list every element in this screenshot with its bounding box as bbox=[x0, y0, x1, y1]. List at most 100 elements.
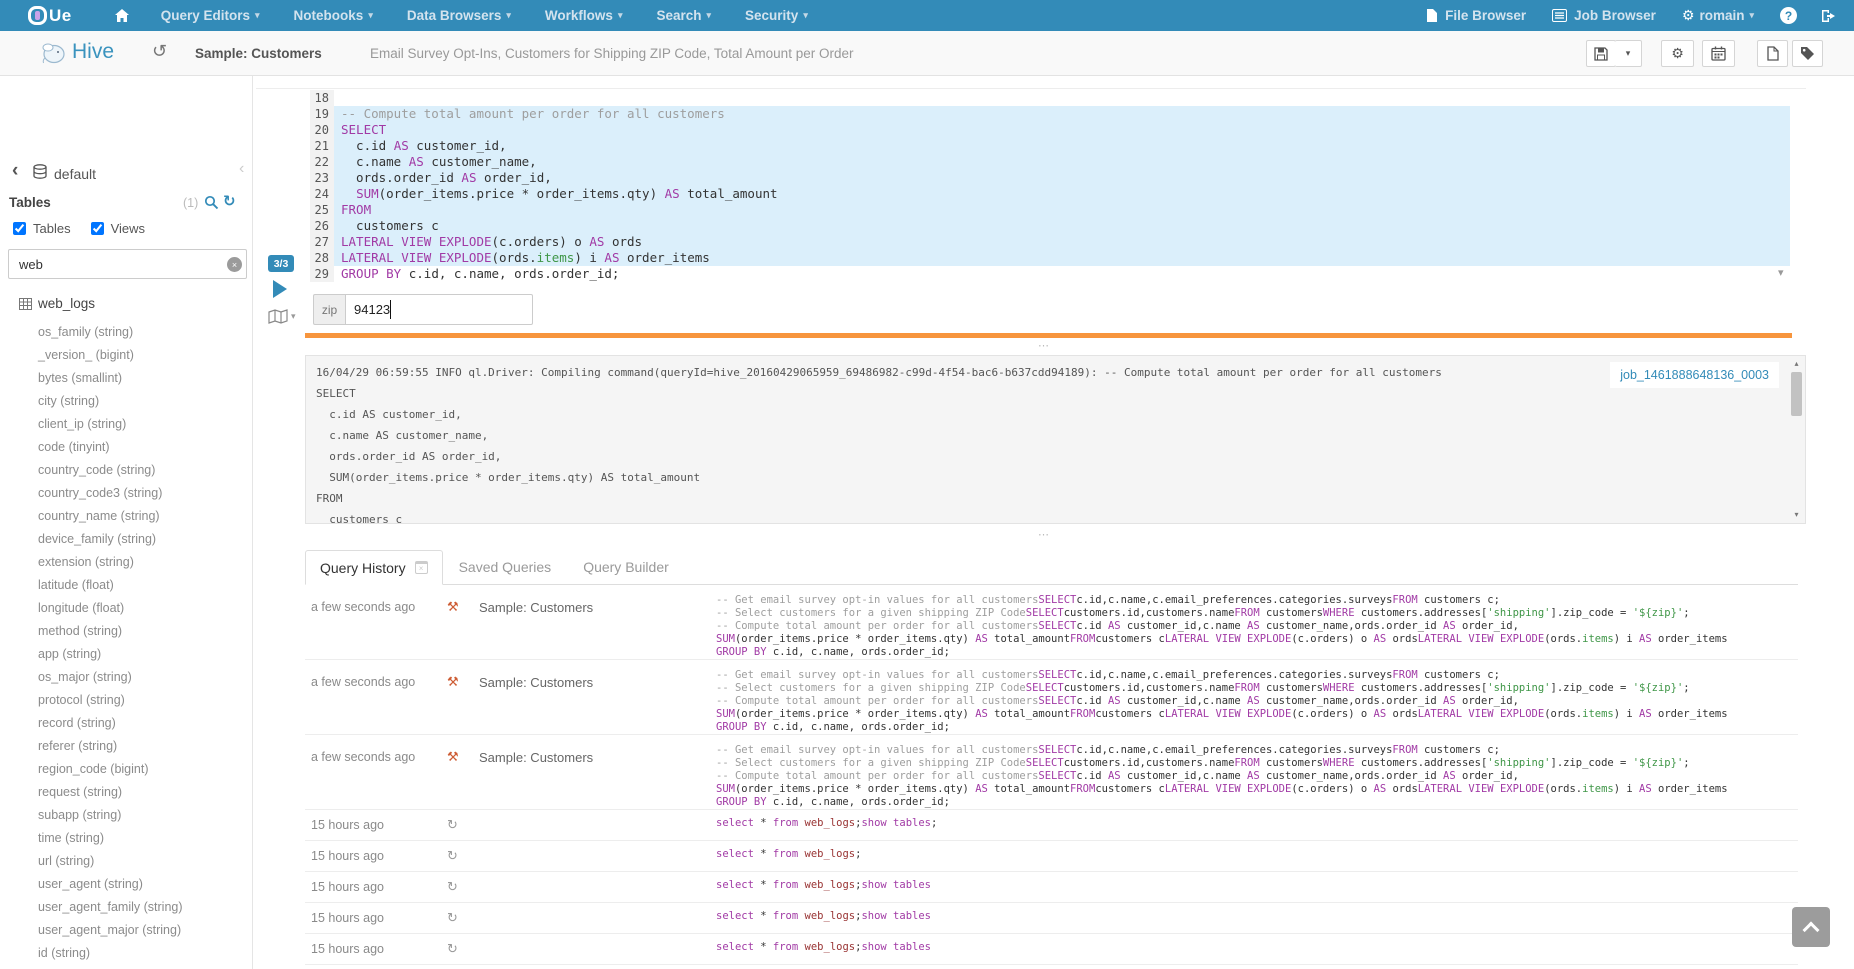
job-link[interactable]: job_1461888648136_0003 bbox=[1620, 368, 1769, 382]
nav-menu-notebooks[interactable]: Notebooks▾ bbox=[294, 8, 373, 23]
column-item[interactable]: latitude (float) bbox=[0, 574, 253, 597]
editor-line-code[interactable]: -- Compute total amount per order for al… bbox=[334, 106, 1790, 122]
editor-line-code[interactable] bbox=[334, 90, 1790, 106]
history-row[interactable]: a few seconds ago⚒Sample: Customers-- Ge… bbox=[305, 660, 1798, 735]
table-search-input[interactable] bbox=[8, 249, 247, 279]
refresh-icon[interactable]: ↻ bbox=[223, 192, 236, 210]
history-row[interactable]: 15 hours ago↻select * from web_logs;show… bbox=[305, 934, 1798, 965]
column-item[interactable]: method (string) bbox=[0, 620, 253, 643]
column-item[interactable]: os_family (string) bbox=[0, 321, 253, 344]
column-item[interactable]: device_family (string) bbox=[0, 528, 253, 551]
recent-queries-icon[interactable]: ↺ bbox=[152, 41, 167, 62]
editor-line-code[interactable]: FROM bbox=[334, 202, 1790, 218]
tab-query-history[interactable]: Query History × bbox=[305, 550, 443, 585]
nav-menu-data-browsers[interactable]: Data Browsers▾ bbox=[407, 8, 511, 23]
document-description[interactable]: Email Survey Opt-Ins, Customers for Ship… bbox=[370, 46, 853, 61]
column-item[interactable]: region_code (bigint) bbox=[0, 758, 253, 781]
variable-zip-input[interactable] bbox=[345, 294, 533, 325]
column-item[interactable]: country_code (string) bbox=[0, 459, 253, 482]
back-arrow-icon[interactable]: ‹ bbox=[12, 160, 18, 182]
column-item[interactable]: country_code3 (string) bbox=[0, 482, 253, 505]
nav-menu-workflows[interactable]: Workflows▾ bbox=[545, 8, 623, 23]
editor-line[interactable]: 27LATERAL VIEW EXPLODE(c.orders) o AS or… bbox=[310, 234, 1790, 250]
history-row[interactable]: 15 hours ago↻select * from web_logs; bbox=[305, 841, 1798, 872]
logout-icon[interactable] bbox=[1821, 9, 1836, 23]
editor-scroll-down-icon[interactable]: ▾ bbox=[1778, 266, 1784, 279]
editor-line[interactable]: 22 c.name AS customer_name, bbox=[310, 154, 1790, 170]
history-row[interactable]: 15 hours ago↻select * from web_logs;show… bbox=[305, 872, 1798, 903]
editor-line-code[interactable]: LATERAL VIEW EXPLODE(c.orders) o AS ords bbox=[334, 234, 1790, 250]
sql-editor[interactable]: 1819-- Compute total amount per order fo… bbox=[310, 90, 1790, 282]
table-item-web-logs[interactable]: web_logs bbox=[19, 296, 95, 311]
editor-line-code[interactable]: c.id AS customer_id, bbox=[334, 138, 1790, 154]
editor-line[interactable]: 24 SUM(order_items.price * order_items.q… bbox=[310, 186, 1790, 202]
history-row[interactable]: 15 hours ago↻select * from web_logs;show… bbox=[305, 903, 1798, 934]
editor-line-code[interactable]: c.name AS customer_name, bbox=[334, 154, 1790, 170]
editor-line[interactable]: 28LATERAL VIEW EXPLODE(ords.items) i AS … bbox=[310, 250, 1790, 266]
column-item[interactable]: extension (string) bbox=[0, 551, 253, 574]
history-row[interactable]: a few seconds ago⚒Sample: Customers-- Ge… bbox=[305, 735, 1798, 810]
search-icon[interactable] bbox=[204, 195, 219, 215]
column-item[interactable]: country_name (string) bbox=[0, 505, 253, 528]
nav-menu-security[interactable]: Security▾ bbox=[745, 8, 808, 23]
editor-line[interactable]: 25FROM bbox=[310, 202, 1790, 218]
editor-line[interactable]: 23 ords.order_id AS order_id, bbox=[310, 170, 1790, 186]
user-menu[interactable]: ⚙ romain ▾ bbox=[1682, 8, 1754, 24]
result-map-button[interactable]: ▾ bbox=[268, 309, 296, 324]
editor-line[interactable]: 21 c.id AS customer_id, bbox=[310, 138, 1790, 154]
collapse-sidebar-icon[interactable]: ‹ bbox=[239, 160, 244, 178]
column-item[interactable]: code (tinyint) bbox=[0, 436, 253, 459]
document-name[interactable]: Sample: Customers bbox=[195, 46, 322, 61]
database-name[interactable]: default bbox=[54, 166, 96, 182]
column-item[interactable]: city (string) bbox=[0, 390, 253, 413]
column-item[interactable]: client_ip (string) bbox=[0, 413, 253, 436]
column-item[interactable]: record (string) bbox=[0, 712, 253, 735]
column-item[interactable]: _version_ (bigint) bbox=[0, 344, 253, 367]
column-item[interactable]: user_agent_family (string) bbox=[0, 896, 253, 919]
new-document-button[interactable] bbox=[1757, 40, 1788, 67]
column-item[interactable]: subapp (string) bbox=[0, 804, 253, 827]
help-icon[interactable]: ? bbox=[1780, 7, 1797, 24]
column-item[interactable]: date (string) bbox=[0, 965, 253, 969]
column-item[interactable]: app (string) bbox=[0, 643, 253, 666]
editor-line[interactable]: 26 customers c bbox=[310, 218, 1790, 234]
editor-line-code[interactable]: ords.order_id AS order_id, bbox=[334, 170, 1790, 186]
editor-line-code[interactable]: LATERAL VIEW EXPLODE(ords.items) i AS or… bbox=[334, 250, 1790, 266]
scrollbar-thumb[interactable] bbox=[1791, 372, 1802, 416]
scroll-down-icon[interactable]: ▾ bbox=[1790, 509, 1803, 521]
column-item[interactable]: request (string) bbox=[0, 781, 253, 804]
views-checkbox[interactable] bbox=[91, 222, 104, 235]
file-browser-link[interactable]: File Browser bbox=[1426, 8, 1526, 23]
execute-button[interactable] bbox=[273, 280, 287, 298]
hue-logo[interactable]: Ue bbox=[28, 6, 72, 26]
nav-menu-search[interactable]: Search▾ bbox=[656, 8, 711, 23]
resize-grip-top[interactable]: ⋯ bbox=[1038, 339, 1051, 352]
column-item[interactable]: bytes (smallint) bbox=[0, 367, 253, 390]
editor-line[interactable]: 18 bbox=[310, 90, 1790, 106]
tags-button[interactable] bbox=[1792, 40, 1823, 67]
column-item[interactable]: referer (string) bbox=[0, 735, 253, 758]
resize-grip-bottom[interactable]: ⋯ bbox=[1038, 528, 1051, 541]
save-button[interactable] bbox=[1586, 40, 1616, 67]
history-row[interactable]: 15 hours ago↻select * from web_logs;show… bbox=[305, 810, 1798, 841]
history-row[interactable]: a few seconds ago⚒Sample: Customers-- Ge… bbox=[305, 585, 1798, 660]
save-dropdown-button[interactable]: ▾ bbox=[1615, 40, 1642, 67]
column-item[interactable]: url (string) bbox=[0, 850, 253, 873]
column-item[interactable]: os_major (string) bbox=[0, 666, 253, 689]
editor-line-code[interactable]: GROUP BY c.id, c.name, ords.order_id; bbox=[334, 266, 1790, 282]
home-icon[interactable] bbox=[114, 8, 130, 23]
nav-menu-query-editors[interactable]: Query Editors▾ bbox=[161, 8, 260, 23]
column-item[interactable]: id (string) bbox=[0, 942, 253, 965]
editor-line[interactable]: 19-- Compute total amount per order for … bbox=[310, 106, 1790, 122]
editor-line[interactable]: 29GROUP BY c.id, c.name, ords.order_id; bbox=[310, 266, 1790, 282]
scroll-up-icon[interactable]: ▴ bbox=[1790, 358, 1803, 370]
editor-line[interactable]: 20SELECT bbox=[310, 122, 1790, 138]
tab-query-builder[interactable]: Query Builder bbox=[567, 559, 685, 584]
column-item[interactable]: longitude (float) bbox=[0, 597, 253, 620]
schedule-button[interactable] bbox=[1702, 40, 1735, 67]
log-scrollbar[interactable]: ▴ ▾ bbox=[1790, 358, 1803, 521]
column-item[interactable]: user_agent_major (string) bbox=[0, 919, 253, 942]
job-browser-link[interactable]: Job Browser bbox=[1552, 8, 1656, 23]
settings-button[interactable]: ⚙ bbox=[1661, 40, 1694, 67]
column-item[interactable]: time (string) bbox=[0, 827, 253, 850]
